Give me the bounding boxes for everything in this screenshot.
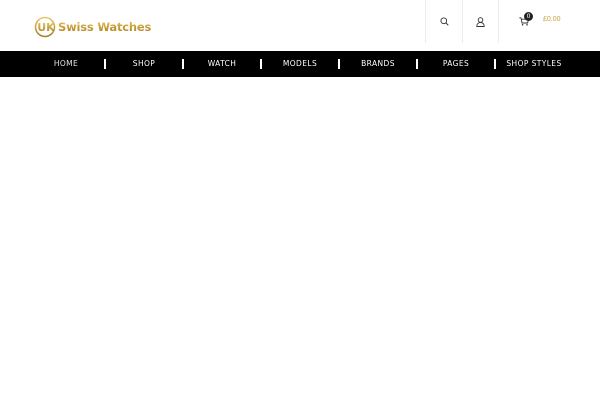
logo-emblem: UK — [34, 16, 56, 38]
nav-item-models[interactable]: MODELS — [283, 51, 317, 77]
main-navigation: HOME SHOP WATCH MODELS BRANDS PAGES SHOP… — [0, 51, 600, 77]
nav-separator — [494, 59, 496, 69]
nav-item-pages[interactable]: PAGES — [443, 51, 469, 77]
site-logo[interactable]: UK Swiss Watches — [34, 16, 151, 38]
header-divider — [498, 0, 499, 43]
nav-item-watch[interactable]: WATCH — [208, 51, 237, 77]
user-icon — [475, 16, 485, 27]
svg-text:UK: UK — [37, 21, 55, 34]
nav-item-brands[interactable]: BRANDS — [361, 51, 395, 77]
nav-separator — [260, 59, 262, 69]
nav-item-shop[interactable]: SHOP — [133, 51, 155, 77]
nav-separator — [338, 59, 340, 69]
nav-separator — [416, 59, 418, 69]
search-button[interactable] — [426, 0, 462, 43]
cart-total[interactable]: £0.00 — [543, 16, 561, 23]
nav-separator — [104, 59, 106, 69]
site-header: UK Swiss Watches 0 £0.00 — [0, 0, 600, 51]
logo-brand-text: Swiss Watches — [58, 20, 152, 34]
search-icon — [439, 17, 449, 26]
main-content-area — [0, 77, 600, 400]
nav-item-shop-styles[interactable]: SHOP STYLES — [506, 51, 561, 77]
cart-button[interactable]: 0 £0.00 — [512, 0, 572, 43]
cart-count-badge: 0 — [524, 12, 533, 21]
nav-item-home[interactable]: HOME — [54, 51, 78, 77]
nav-separator — [182, 59, 184, 69]
account-button[interactable] — [462, 0, 498, 43]
